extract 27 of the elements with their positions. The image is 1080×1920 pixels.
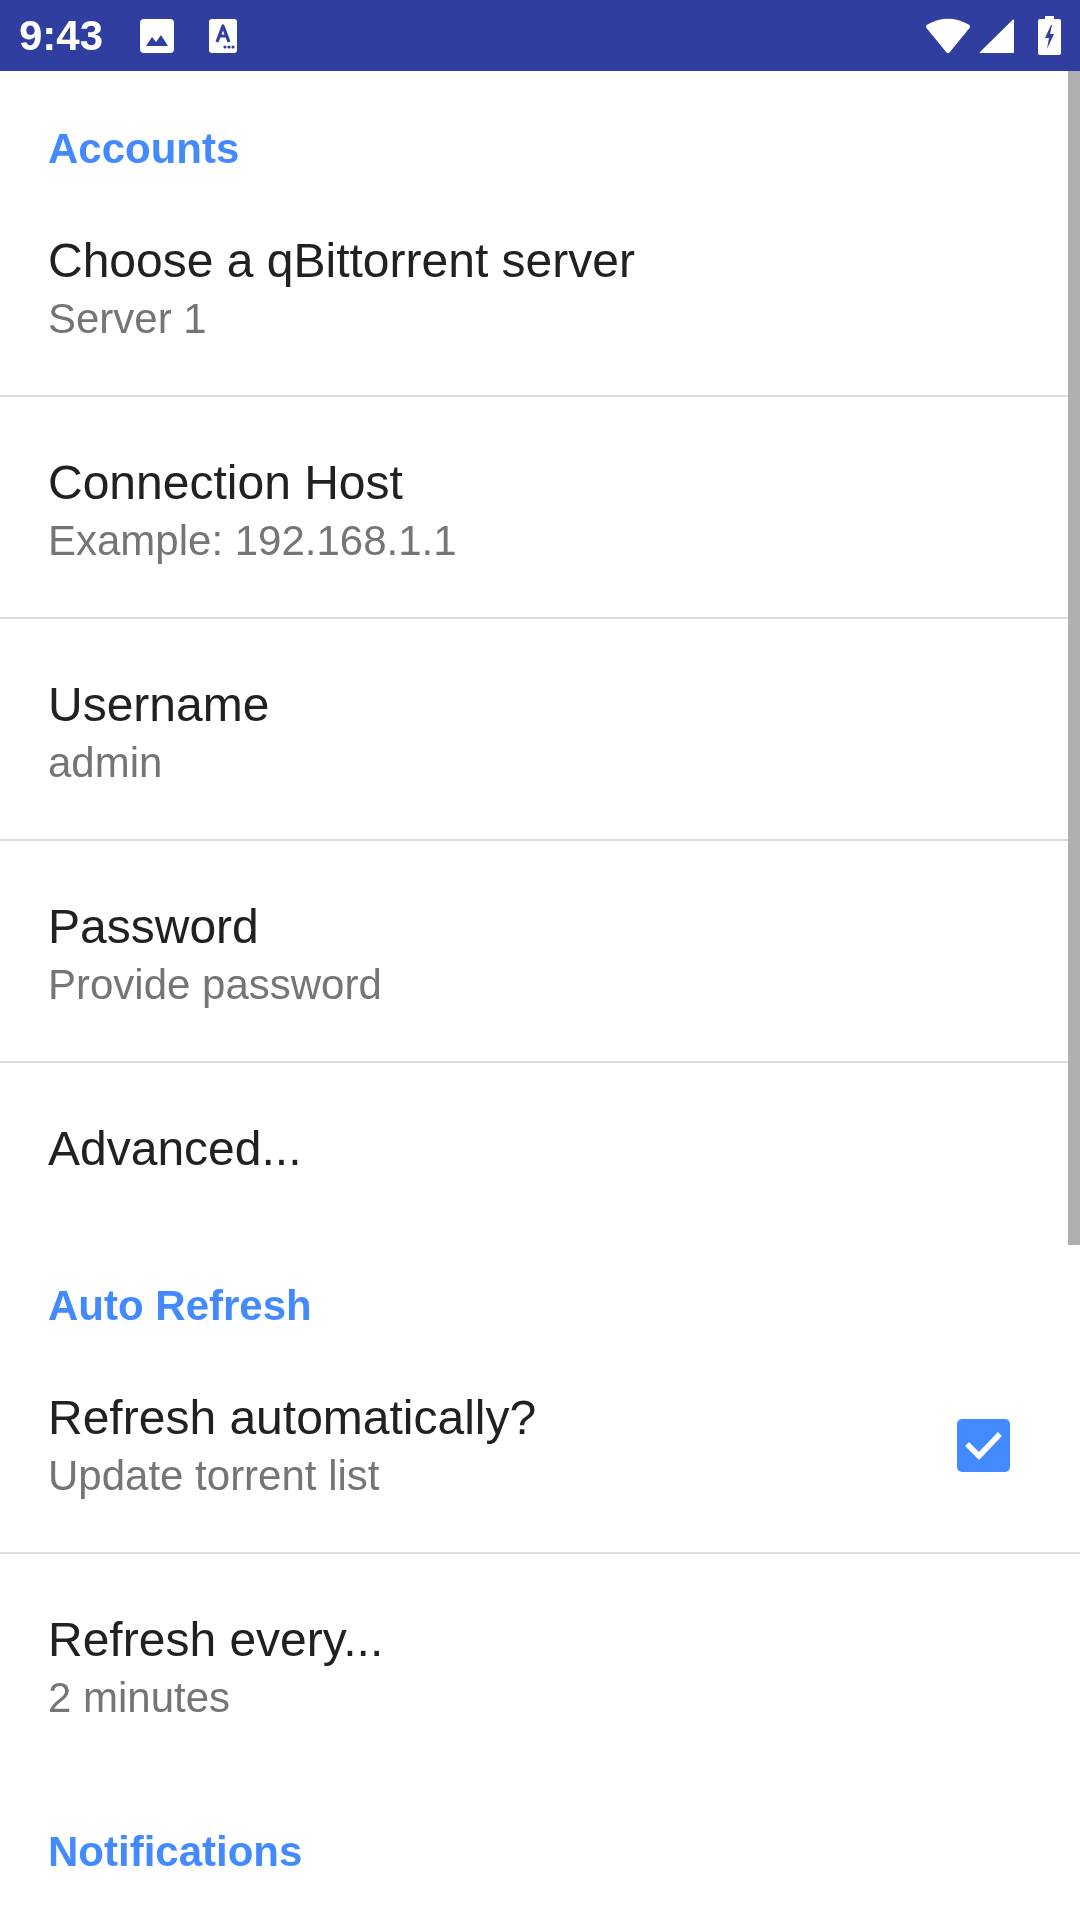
letter-a-icon [209,18,238,53]
signal-icon [979,18,1014,53]
checkbox[interactable] [957,1419,1010,1472]
setting-summary: Provide password [48,964,383,1006]
section-header: Auto Refresh [48,1282,312,1329]
clock-time: 9:43 [19,14,104,57]
setting-title: Advanced... [48,1125,303,1173]
setting-summary: Example: 192.168.1.1 [48,520,458,562]
settings-item[interactable]: Advanced... [0,1063,1068,1228]
scrollbar-thumb[interactable] [1068,71,1080,1245]
setting-summary: 2 minutes [48,1677,232,1719]
setting-summary: Server 1 [48,298,208,340]
setting-summary: Update torrent list [48,1455,381,1497]
setting-title: Refresh automatically? [48,1394,538,1442]
setting-title: Password [48,903,260,951]
setting-summary: admin [48,742,164,784]
image-icon [140,18,175,53]
section-header: Accounts [48,125,240,172]
section-header: Notifications [48,1828,303,1875]
wifi-icon [925,17,971,54]
battery-icon [1038,16,1061,55]
settings-item[interactable]: Refresh automatically? Update torrent list [0,1332,1080,1554]
setting-title: Connection Host [48,459,404,507]
setting-title: Username [48,681,271,729]
settings-item[interactable]: Refresh every... 2 minutes [0,1554,1080,1774]
setting-title: Refresh every... [48,1616,385,1664]
setting-title: Choose a qBittorrent server [48,237,636,285]
